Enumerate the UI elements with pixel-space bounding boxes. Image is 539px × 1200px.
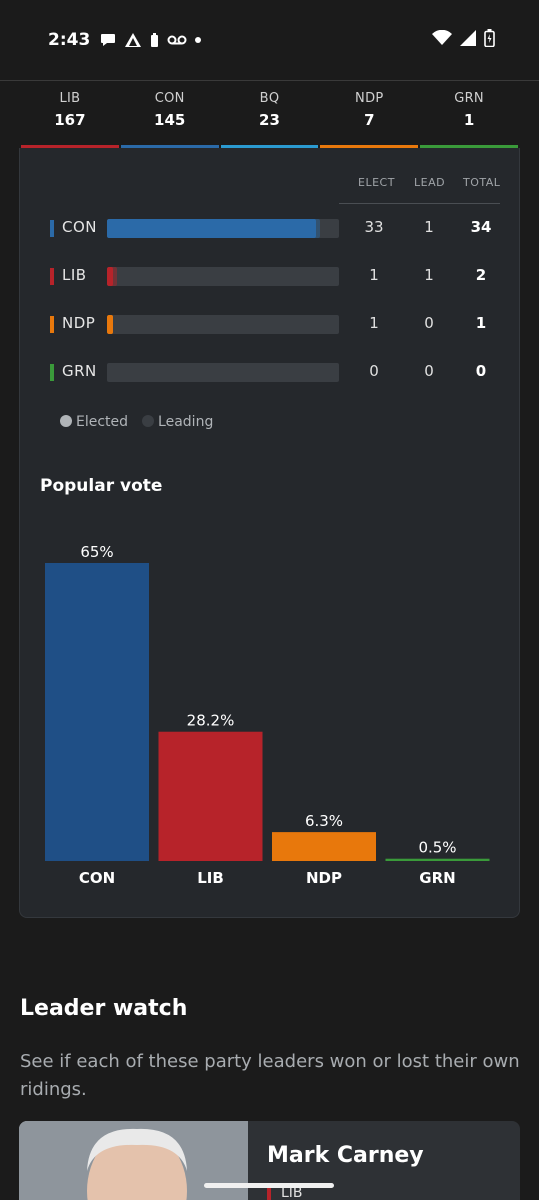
results-row-con: CON 33 1 34 [20,217,521,241]
vote-bar-grn [385,858,490,861]
elect-count: 0 [369,362,379,380]
total-count: 2 [475,266,487,284]
vote-category-label: LIB [197,869,224,887]
vote-category-label: GRN [419,869,455,887]
elect-count: 33 [364,218,384,236]
battery-icon [484,29,495,47]
vote-data-label: 28.2% [187,712,235,730]
seat-tally-bar: LIB 167 CON 145 BQ 23 NDP 7 GRN 1 [0,80,539,148]
tally-seat-count: 7 [364,111,375,129]
header-elect: ELECT [358,176,395,189]
party-label: CON [62,218,98,236]
bar-legend: Elected Leading [60,414,213,430]
seat-bar-track [107,219,339,238]
tally-seat-count: 167 [54,111,86,129]
vote-bar-ndp [272,832,376,861]
triangle-icon [125,33,142,47]
leader-watch-description: See if each of these party leaders won o… [20,1051,520,1100]
lead-count: 0 [424,314,434,332]
tally-party-name: GRN [454,91,484,106]
legend-elected: Elected [60,414,128,430]
status-bar: 2:43 [0,0,539,80]
tally-seat-count: 23 [259,111,280,129]
tally-party-name: CON [154,91,185,106]
results-card: ELECT LEAD TOTAL CON 33 1 34 LIB 1 1 2 N… [19,148,520,918]
tally-con: CON 145 [120,81,220,148]
leader-card[interactable]: Mark Carney LIB [19,1121,520,1200]
seat-bar-track [107,267,339,286]
elect-count: 1 [369,266,379,284]
seat-bar-track [107,315,339,334]
vote-category-label: NDP [306,869,342,887]
leader-portrait-image [19,1121,248,1200]
party-label: NDP [62,314,96,332]
lead-count: 1 [424,218,434,236]
vote-data-label: 0.5% [418,839,456,857]
seat-bar-elect-fill [107,267,114,286]
home-indicator[interactable] [204,1183,334,1188]
chat-icon [101,34,116,46]
wifi-icon [432,30,452,45]
party-swatch [50,364,54,381]
tally-seat-count: 1 [463,111,475,129]
tally-seat-count: 145 [154,111,186,129]
legend-leading: Leading [142,414,213,430]
vote-data-label: 6.3% [305,812,343,830]
total-count: 1 [475,314,487,332]
vote-category-label: CON [79,869,115,887]
tally-party-name: NDP [355,91,384,106]
signal-icon [460,30,476,46]
legend-elected-label: Elected [76,414,129,430]
header-total: TOTAL [463,176,501,189]
tally-lib: LIB 167 [20,81,120,148]
party-swatch [50,268,54,285]
status-time: 2:43 [48,30,91,50]
dot-icon [195,37,202,43]
seat-bar-elect-fill [107,219,316,238]
lead-count: 0 [424,362,434,380]
vote-bar-con [45,563,149,861]
tally-bq: BQ 23 [220,81,320,148]
voicemail-icon [167,35,187,45]
party-label: LIB [62,266,87,284]
party-label: GRN [62,362,97,380]
total-count: 0 [475,362,487,380]
elected-dot-icon [60,415,72,427]
leader-photo [19,1121,248,1200]
vote-data-label: 65% [80,543,113,561]
leader-watch-title: Leader watch [20,996,188,1021]
seat-bar-track [107,363,339,382]
header-lead: LEAD [414,176,446,189]
lead-count: 1 [424,266,434,284]
results-row-ndp: NDP 1 0 1 [20,313,521,337]
party-swatch [50,220,54,237]
legend-leading-label: Leading [158,414,214,430]
battery-small-icon [151,32,159,47]
leader-name: Mark Carney [267,1143,424,1168]
total-count: 34 [470,218,492,236]
tally-party-name: LIB [59,91,81,106]
tally-ndp: NDP 7 [319,81,419,148]
tally-party-name: BQ [259,91,280,106]
vote-bar-lib [158,731,263,861]
results-row-grn: GRN 0 0 0 [20,361,521,385]
results-row-lib: LIB 1 1 2 [20,265,521,289]
party-swatch [50,316,54,333]
leading-dot-icon [142,415,155,427]
seat-bar-elect-fill [107,315,114,334]
status-right [432,29,495,47]
header-divider [339,203,500,204]
tally-grn: GRN 1 [419,81,519,148]
elect-count: 1 [369,314,379,332]
popular-vote-chart: 65% CON 28.2% LIB 6.3% NDP 0.5% GRN [45,543,490,887]
popular-vote-title: Popular vote [40,476,163,496]
